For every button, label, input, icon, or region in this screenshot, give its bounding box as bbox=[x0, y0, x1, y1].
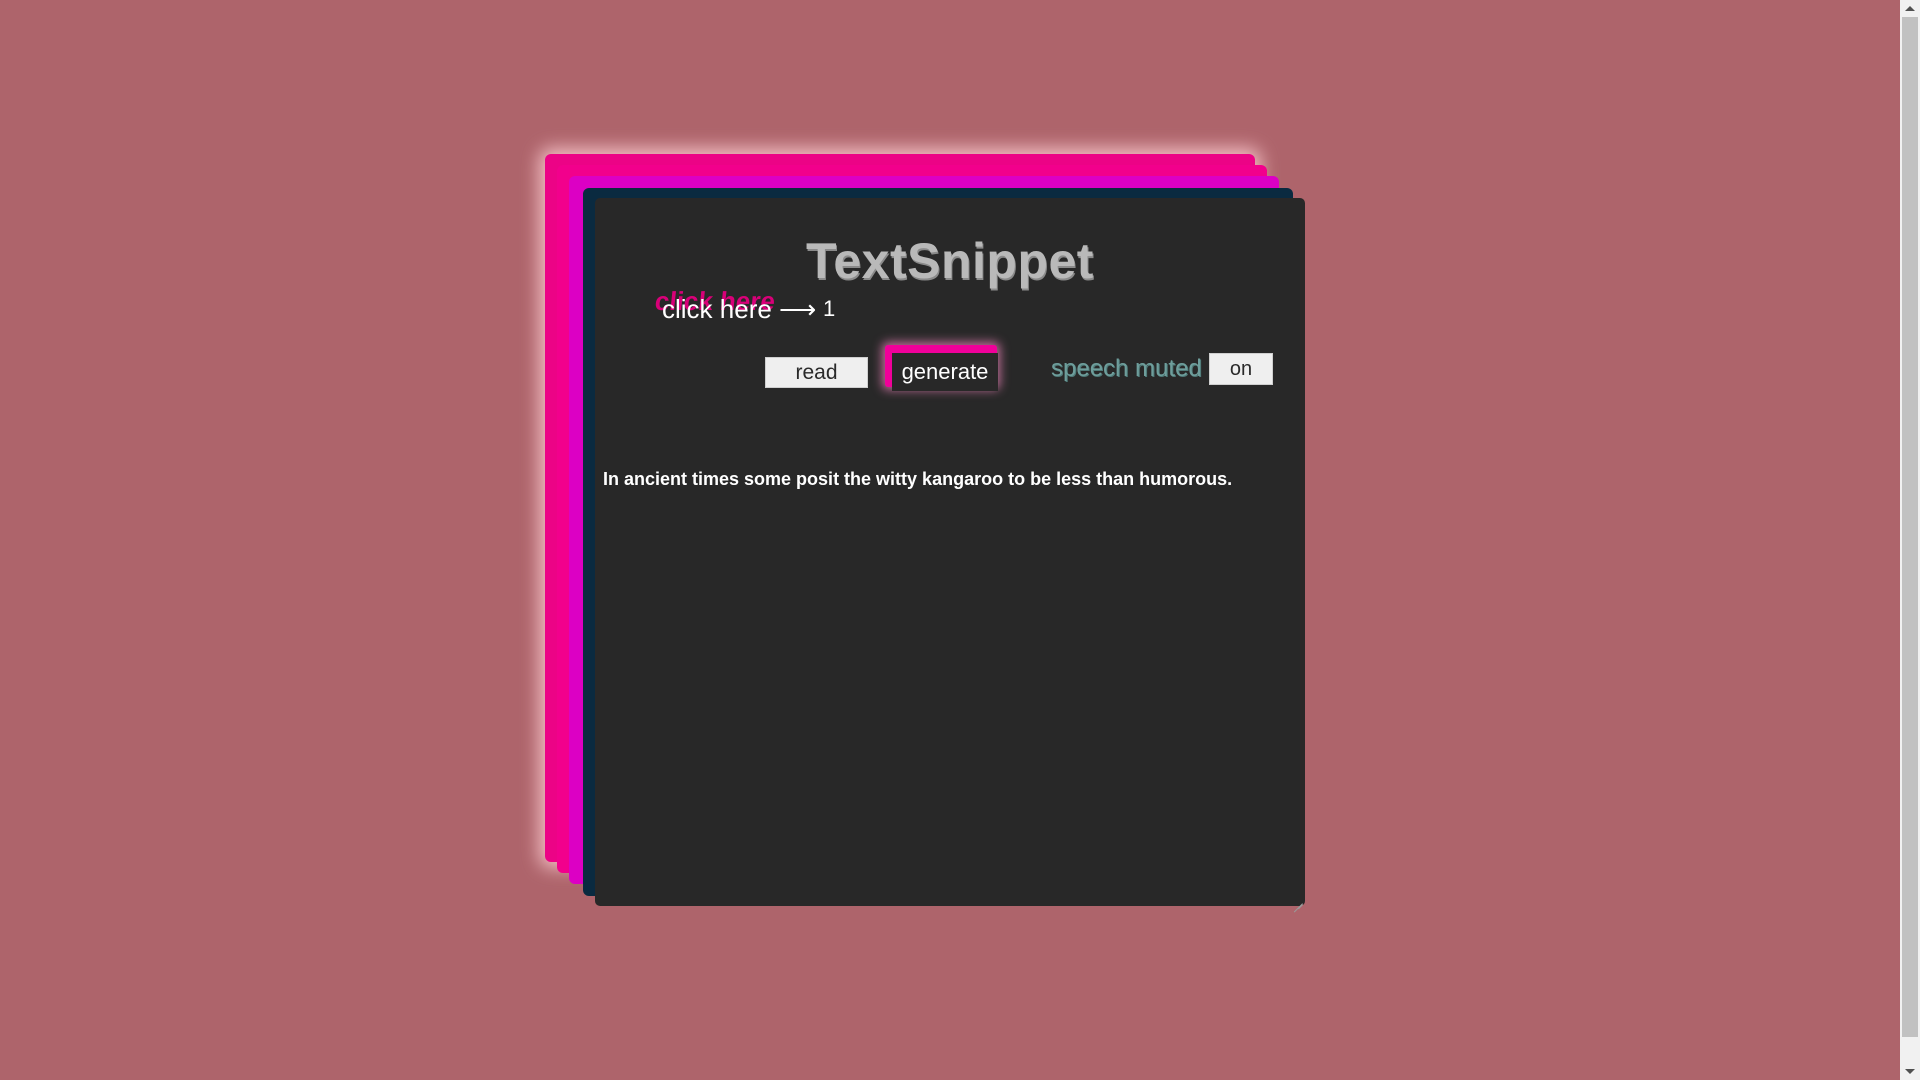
click-counter: 1 bbox=[823, 296, 836, 321]
scroll-down-button[interactable] bbox=[1900, 1063, 1920, 1080]
arrow-down-icon bbox=[1905, 1069, 1915, 1074]
snippet-text: In ancient times some posit the witty ka… bbox=[603, 469, 1233, 489]
arrow-up-icon bbox=[1905, 6, 1915, 11]
speech-status-label: speech muted bbox=[1051, 355, 1202, 382]
click-here-link[interactable]: click here ⟶ bbox=[662, 294, 816, 325]
app-title: TextSnippet bbox=[806, 233, 1094, 289]
scroll-up-button[interactable] bbox=[1900, 0, 1920, 17]
snippet-card: TextSnippet click here click here ⟶ 1 re… bbox=[595, 198, 1305, 906]
read-button[interactable]: read bbox=[765, 357, 868, 388]
resize-handle-icon[interactable] bbox=[1293, 894, 1303, 904]
page-viewport: TextSnippet click here click here ⟶ 1 re… bbox=[0, 0, 1900, 1080]
scroll-thumb[interactable] bbox=[1902, 17, 1918, 1037]
generate-button[interactable]: generate bbox=[892, 353, 998, 391]
vertical-scrollbar[interactable] bbox=[1900, 0, 1920, 1080]
speech-toggle-button[interactable]: on bbox=[1209, 353, 1273, 385]
